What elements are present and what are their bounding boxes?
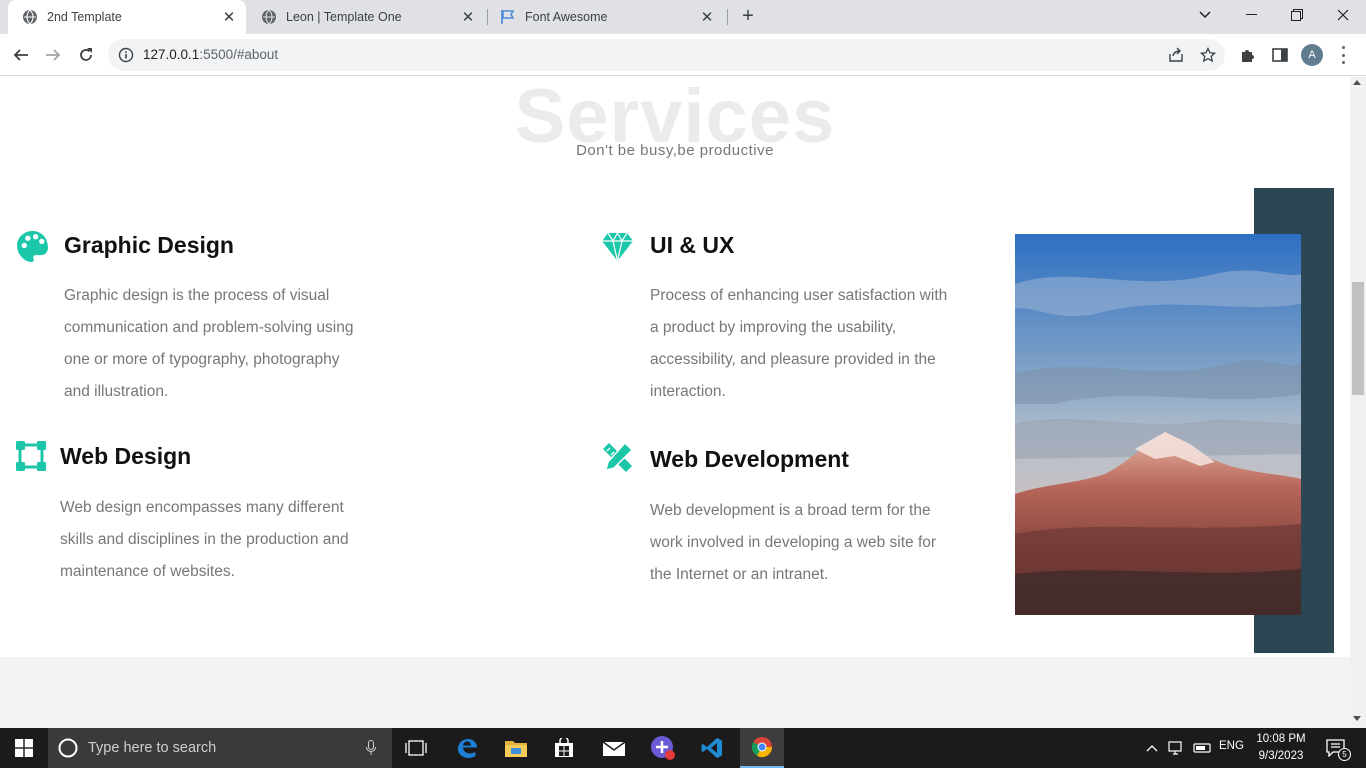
bookmark-star-icon[interactable] <box>1199 46 1217 63</box>
service-title: UI & UX <box>650 232 735 258</box>
tab-search-chevron-icon[interactable] <box>1182 0 1228 30</box>
new-tab-button[interactable]: + <box>737 5 759 27</box>
vector-square-icon <box>16 441 50 475</box>
edge-icon[interactable] <box>447 728 487 768</box>
restore-button[interactable] <box>1274 0 1320 30</box>
chrome-taskbar-icon[interactable] <box>740 728 784 768</box>
close-icon[interactable]: ✕ <box>220 8 238 26</box>
search-icon <box>58 738 78 758</box>
profile-avatar[interactable]: A <box>1301 44 1323 66</box>
network-icon[interactable] <box>1166 728 1188 768</box>
gem-icon <box>601 231 635 266</box>
browser-toolbar: 127.0.0.1:5500/#about A <box>0 34 1366 76</box>
search-placeholder: Type here to search <box>88 740 217 756</box>
input-language[interactable]: ENG <box>1219 740 1244 752</box>
service-description: Web development is a broad term for the … <box>650 502 937 583</box>
service-description: Web design encompasses many different sk… <box>60 499 349 580</box>
address-bar[interactable]: 127.0.0.1:5500/#about <box>108 39 1225 71</box>
task-view-icon[interactable] <box>396 728 436 768</box>
url-text: 127.0.0.1:5500/#about <box>143 47 278 62</box>
mail-icon[interactable] <box>594 728 634 768</box>
palette-icon <box>16 230 50 264</box>
taskbar-search-box[interactable]: Type here to search <box>48 728 392 768</box>
back-button[interactable] <box>8 42 34 68</box>
tab-title: 2nd Template <box>47 10 122 24</box>
chevron-up-icon[interactable] <box>1142 728 1162 768</box>
tab-font-awesome[interactable]: Font Awesome ✕ <box>486 0 724 34</box>
start-button[interactable] <box>0 728 48 768</box>
close-icon[interactable]: ✕ <box>698 8 716 26</box>
tab-leon-template-one[interactable]: Leon | Template One ✕ <box>247 0 485 34</box>
service-description: Process of enhancing user satisfaction w… <box>650 287 948 400</box>
file-explorer-icon[interactable] <box>496 728 536 768</box>
clock-date: 9/3/2023 <box>1258 750 1304 762</box>
tab-divider <box>727 9 728 25</box>
mountain-image <box>1015 234 1301 615</box>
service-title: Web Development <box>650 446 849 472</box>
system-clock[interactable]: 10:08 PM 9/3/2023 <box>1250 731 1312 765</box>
tab-strip: 2nd Template ✕ Leon | Template One ✕ Fon… <box>0 0 1366 34</box>
page-viewport: Services Don't be busy,be productive Gra… <box>0 77 1350 728</box>
game-app-icon[interactable] <box>643 728 683 768</box>
url-host: 127.0.0.1 <box>143 47 200 62</box>
microsoft-store-icon[interactable] <box>544 728 584 768</box>
clock-time: 10:08 PM <box>1256 733 1306 745</box>
notification-count-badge: 5 <box>1338 748 1351 761</box>
next-section-background <box>0 657 1350 728</box>
extensions-puzzle-icon[interactable] <box>1239 46 1257 64</box>
close-icon[interactable]: ✕ <box>459 8 477 26</box>
forward-button[interactable] <box>40 42 66 68</box>
tab-2nd-template[interactable]: 2nd Template ✕ <box>8 0 246 34</box>
service-description: Graphic design is the process of visual … <box>64 287 354 400</box>
url-path: :5500/#about <box>199 47 279 62</box>
flag-icon <box>500 9 516 25</box>
globe-icon <box>22 9 38 25</box>
service-title: Web Design <box>60 443 192 469</box>
vscode-icon[interactable] <box>692 728 732 768</box>
section-subtitle: Don't be busy,be productive <box>576 142 774 159</box>
scroll-down-arrow-icon[interactable] <box>1353 716 1361 721</box>
notification-center-icon[interactable]: 5 <box>1320 728 1352 768</box>
tab-title: Leon | Template One <box>286 10 402 24</box>
page-scrollbar[interactable] <box>1350 77 1366 728</box>
service-title: Graphic Design <box>64 232 234 258</box>
site-info-icon[interactable] <box>118 47 134 63</box>
windows-taskbar: Type here to search ENG 10:08 PM 9/3/202… <box>0 728 1366 768</box>
scroll-up-arrow-icon[interactable] <box>1353 80 1361 85</box>
volume-icon[interactable] <box>1190 728 1214 768</box>
reload-button[interactable] <box>73 42 99 68</box>
globe-icon <box>261 9 277 25</box>
minimize-button[interactable] <box>1228 0 1274 30</box>
microphone-icon[interactable] <box>366 740 376 756</box>
windows-logo-icon <box>15 739 33 757</box>
side-panel-icon[interactable] <box>1271 46 1289 64</box>
pen-ruler-icon <box>601 441 635 475</box>
share-icon[interactable] <box>1168 47 1184 63</box>
browser-menu-icon[interactable] <box>1340 46 1346 64</box>
tab-title: Font Awesome <box>525 10 608 24</box>
close-window-button[interactable] <box>1320 0 1366 30</box>
scrollbar-thumb[interactable] <box>1352 282 1364 395</box>
